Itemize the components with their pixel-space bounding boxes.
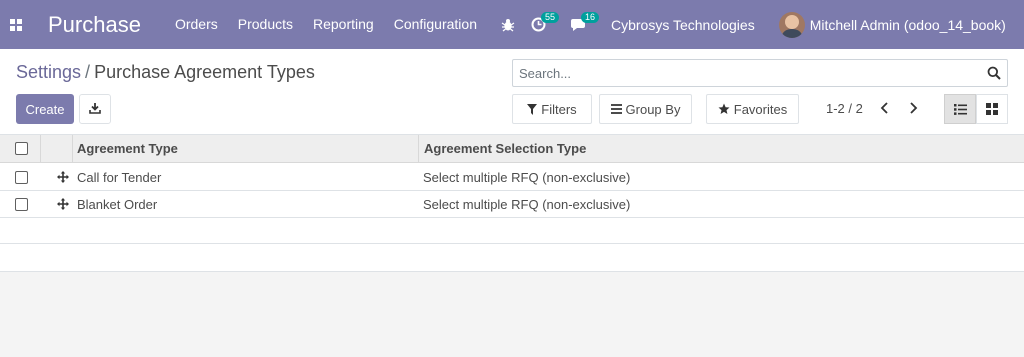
company-switcher[interactable]: Cybrosys Technologies [603,17,763,33]
download-icon [89,102,101,117]
list-icon [610,104,622,114]
activity-count-badge: 55 [540,12,559,23]
apps-menu-icon[interactable] [0,0,32,49]
list-view-button[interactable] [944,94,976,124]
table-row[interactable]: Blanket Order Select multiple RFQ (non-e… [0,191,1024,218]
user-name: Mitchell Admin (odoo_14_book) [809,16,1006,33]
debug-bug-icon[interactable] [493,0,523,49]
chevron-right-icon[interactable] [908,102,918,117]
app-name[interactable]: Purchase [48,12,141,38]
star-icon [718,103,730,114]
menu-reporting[interactable]: Reporting [303,0,384,49]
breadcrumb-separator: / [85,62,91,82]
empty-table-row [0,218,1024,244]
search-icon[interactable] [987,66,1001,83]
group-by-label: Group By [625,101,681,117]
kanban-view-icon [986,103,998,115]
column-header-agreement-type[interactable]: Agreement Type [77,135,178,162]
row-checkbox[interactable] [15,197,28,211]
pager-value[interactable]: 1-2 / 2 [826,101,863,116]
create-button[interactable]: Create [16,94,74,124]
empty-table-row [0,244,1024,271]
menu-orders[interactable]: Orders [165,0,228,49]
download-button[interactable] [79,94,111,124]
group-by-button[interactable]: Group By [599,94,692,124]
chevron-left-icon[interactable] [880,102,890,117]
table-footer-area [0,272,1024,357]
page-title: Purchase Agreement Types [94,62,315,82]
activity-clock-icon[interactable]: 55 [523,0,563,49]
breadcrumb: Settings / Purchase Agreement Types [16,62,315,83]
search-bar [512,59,1008,87]
list-table: Agreement Type Agreement Selection Type … [0,135,1024,272]
cell-agreement-selection-type: Select multiple RFQ (non-exclusive) [423,169,631,185]
control-panel: Settings/Purchase Agreement Types Create… [0,49,1024,135]
row-checkbox[interactable] [15,170,28,184]
favorites-label: Favorites [733,101,788,117]
filters-button[interactable]: Filters [512,94,592,124]
select-all-checkbox-cell [15,135,28,162]
list-view-icon [953,103,967,115]
filters-label: Filters [541,101,577,117]
favorites-button[interactable]: Favorites [706,94,799,124]
filter-icon [527,103,538,115]
drag-handle-icon[interactable] [57,191,69,217]
cell-agreement-type: Call for Tender [77,169,162,185]
menu-products[interactable]: Products [228,0,303,49]
drag-handle-icon[interactable] [57,164,69,190]
kanban-view-button[interactable] [976,94,1008,124]
user-menu[interactable]: Mitchell Admin (odoo_14_book) [763,11,1006,38]
table-row[interactable]: Call for Tender Select multiple RFQ (non… [0,164,1024,191]
column-header-agreement-selection-type[interactable]: Agreement Selection Type [424,135,586,162]
breadcrumb-settings-link[interactable]: Settings [16,62,81,82]
top-navbar: Purchase Orders Products Reporting Confi… [0,0,1024,49]
avatar [778,11,805,38]
table-header: Agreement Type Agreement Selection Type [0,135,1024,163]
messages-chat-icon[interactable]: 16 [563,0,603,49]
search-input[interactable] [513,60,973,86]
cell-agreement-selection-type: Select multiple RFQ (non-exclusive) [423,196,631,212]
menu-configuration[interactable]: Configuration [384,0,487,49]
select-all-checkbox[interactable] [15,142,28,155]
messages-count-badge: 16 [580,12,599,23]
cell-agreement-type: Blanket Order [77,196,158,212]
